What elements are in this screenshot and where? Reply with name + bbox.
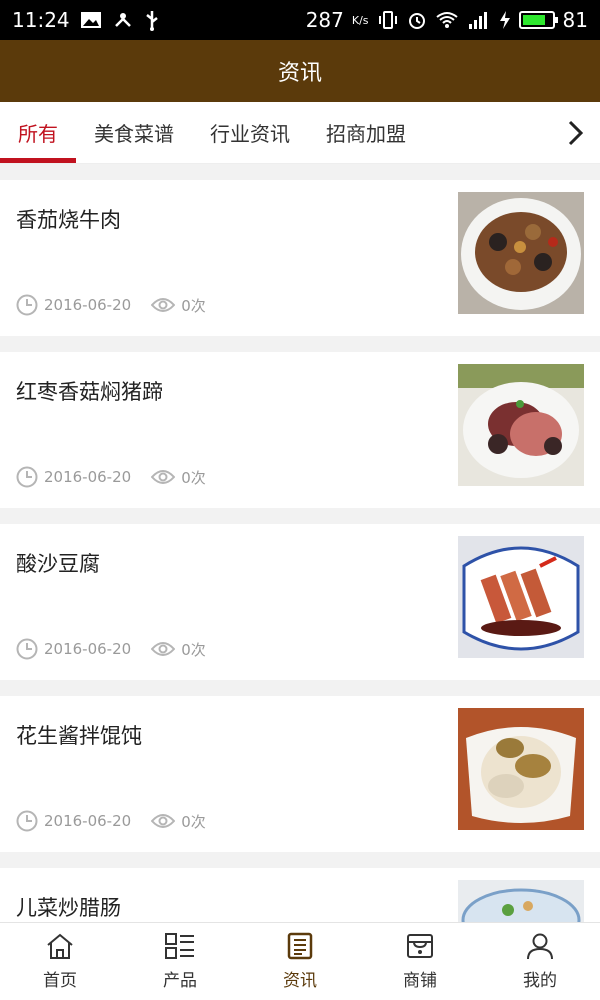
article-title: 酸沙豆腐 [16, 552, 100, 576]
home-icon [47, 933, 73, 959]
article-views: 0次 [181, 468, 206, 487]
article-title: 儿菜炒腊肠 [16, 896, 121, 920]
battery-icon [518, 11, 558, 29]
nav-shop[interactable]: 商铺 [360, 923, 480, 1000]
nav-label: 首页 [43, 971, 77, 991]
tab-recipes[interactable]: 美食菜谱 [76, 102, 192, 163]
article-item[interactable]: 儿菜炒腊肠 [0, 868, 600, 922]
nav-label: 商铺 [403, 971, 437, 991]
nav-label: 资讯 [283, 971, 317, 991]
eye-icon [151, 298, 176, 312]
vibrate-icon [378, 11, 397, 29]
article-thumbnail [458, 708, 584, 830]
battery-level: 81 [562, 8, 588, 32]
nav-home[interactable]: 首页 [0, 923, 120, 1000]
article-date: 2016-06-20 [44, 468, 132, 486]
signal-icon [468, 12, 487, 29]
status-bar: 11:24 287 K/s 81 [0, 0, 600, 40]
shop-icon [407, 934, 433, 958]
article-item[interactable]: 酸沙豆腐 2016-06-20 0次 [0, 524, 600, 680]
eye-icon [151, 814, 176, 828]
clock-icon [16, 810, 38, 832]
news-icon [287, 932, 313, 960]
article-date: 2016-06-20 [44, 296, 132, 314]
eye-icon [151, 642, 176, 656]
usb-share-icon [114, 13, 131, 27]
clock-icon [16, 638, 38, 660]
nav-label: 我的 [523, 971, 557, 991]
article-meta: 2016-06-20 0次 [16, 638, 206, 660]
nav-news[interactable]: 资讯 [240, 923, 360, 1000]
article-meta: 2016-06-20 0次 [16, 294, 206, 316]
article-title: 花生酱拌馄饨 [16, 724, 142, 748]
nav-label: 产品 [163, 971, 197, 991]
clock-icon [16, 294, 38, 316]
article-date: 2016-06-20 [44, 640, 132, 658]
nav-products[interactable]: 产品 [120, 923, 240, 1000]
eye-icon [151, 470, 176, 484]
tab-franchise[interactable]: 招商加盟 [308, 102, 424, 163]
page-title: 资讯 [277, 61, 322, 86]
network-speed-unit: K/s [351, 13, 369, 27]
article-thumbnail [458, 192, 584, 314]
article-meta: 2016-06-20 0次 [16, 466, 206, 488]
article-list: 香茄烧牛肉 2016-06-20 0次 红枣香菇焖猪蹄 2016-06-20 0… [0, 164, 600, 922]
nav-profile[interactable]: 我的 [480, 923, 600, 1000]
article-item[interactable]: 香茄烧牛肉 2016-06-20 0次 [0, 180, 600, 336]
article-date: 2016-06-20 [44, 812, 132, 830]
article-title: 红枣香菇焖猪蹄 [16, 380, 163, 404]
list-icon [165, 933, 194, 959]
article-thumbnail [458, 880, 584, 922]
network-speed: 287 [305, 8, 344, 32]
article-views: 0次 [181, 812, 206, 831]
clock-icon [16, 466, 38, 488]
article-item[interactable]: 花生酱拌馄饨 2016-06-20 0次 [0, 696, 600, 852]
article-meta: 2016-06-20 0次 [16, 810, 206, 832]
alarm-icon [408, 13, 425, 29]
article-views: 0次 [181, 640, 206, 659]
usb-icon [145, 11, 158, 31]
article-title: 香茄烧牛肉 [16, 208, 121, 232]
bottom-nav: 首页 产品 资讯 商铺 我的 [0, 922, 600, 1000]
charging-icon [499, 11, 510, 29]
title-bar: 资讯 [0, 40, 600, 102]
article-views: 0次 [181, 296, 206, 315]
image-icon [80, 12, 101, 28]
category-tabs: 所有 美食菜谱 行业资讯 招商加盟 [0, 102, 600, 164]
tab-industry-news[interactable]: 行业资讯 [192, 102, 308, 163]
status-time: 11:24 [12, 8, 70, 32]
article-thumbnail [458, 364, 584, 486]
article-thumbnail [458, 536, 584, 658]
chevron-right-icon[interactable] [560, 116, 590, 150]
tab-all[interactable]: 所有 [0, 102, 76, 163]
wifi-icon [435, 12, 458, 28]
article-item[interactable]: 红枣香菇焖猪蹄 2016-06-20 0次 [0, 352, 600, 508]
user-icon [527, 933, 553, 960]
